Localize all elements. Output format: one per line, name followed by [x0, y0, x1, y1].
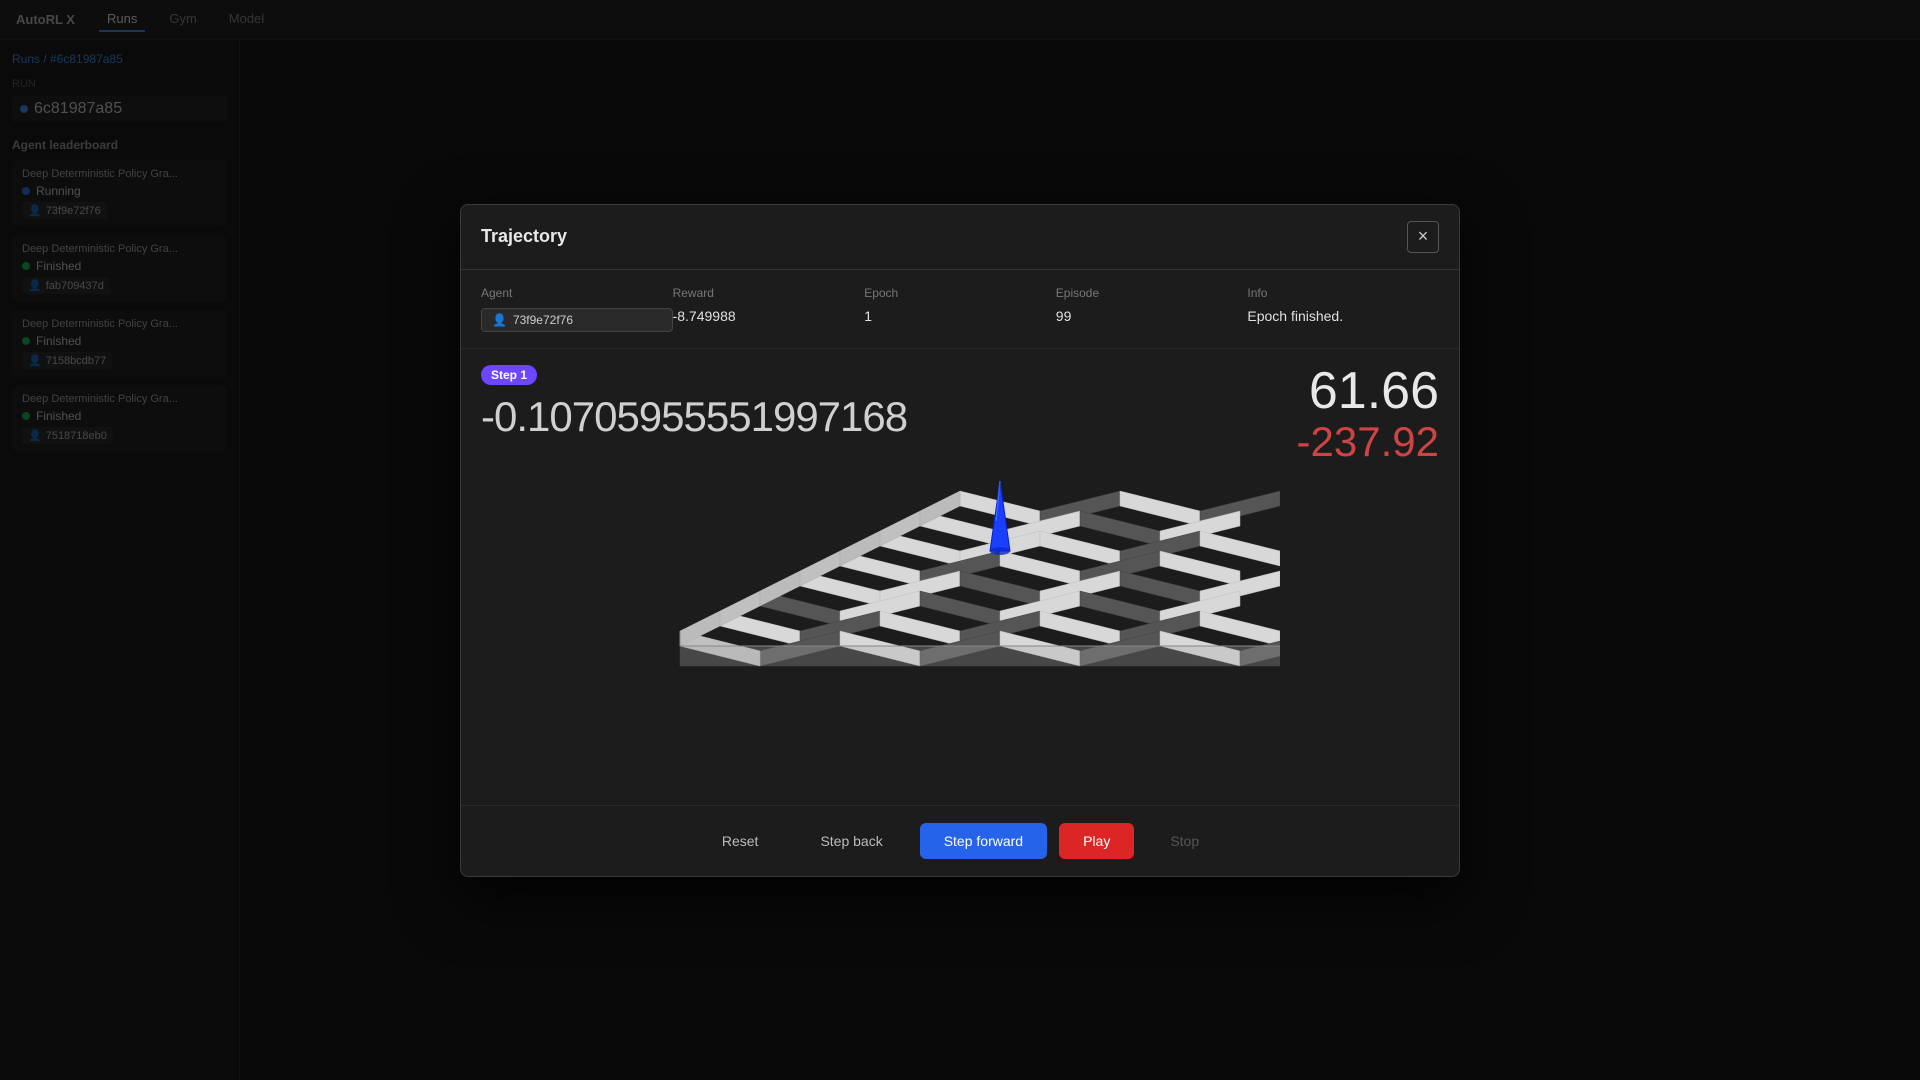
reward-label: Reward	[673, 286, 865, 300]
info-label: Info	[1247, 286, 1439, 300]
modal-info-row: Agent 👤 73f9e72f76 Reward -8.749988 Epoc…	[461, 270, 1459, 349]
info-cell-agent: Agent 👤 73f9e72f76	[481, 286, 673, 332]
modal-overlay: Trajectory × Agent 👤 73f9e72f76 Reward -…	[0, 0, 1920, 1080]
epoch-label: Epoch	[864, 286, 1056, 300]
step-badge: Step 1	[481, 365, 537, 385]
reward-value: -8.749988	[673, 308, 865, 324]
agent-icon: 👤	[492, 313, 507, 327]
stop-button[interactable]: Stop	[1146, 823, 1223, 859]
modal-header: Trajectory ×	[461, 205, 1459, 270]
iso-grid	[640, 471, 1280, 781]
trajectory-modal: Trajectory × Agent 👤 73f9e72f76 Reward -…	[460, 204, 1460, 877]
info-cell-reward: Reward -8.749988	[673, 286, 865, 332]
agent-id-value: 73f9e72f76	[513, 313, 573, 327]
reset-button[interactable]: Reset	[697, 822, 784, 860]
modal-title: Trajectory	[481, 226, 567, 247]
modal-footer: Reset Step back Step forward Play Stop	[461, 805, 1459, 876]
numbers-right: 61.66 -237.92	[1297, 365, 1439, 463]
step-back-button[interactable]: Step back	[795, 822, 907, 860]
grid-svg	[640, 471, 1280, 781]
epoch-value: 1	[864, 308, 1056, 324]
step-forward-button[interactable]: Step forward	[920, 823, 1047, 859]
modal-close-button[interactable]: ×	[1407, 221, 1439, 253]
grid-container	[481, 471, 1439, 781]
info-cell-episode: Episode 99	[1056, 286, 1248, 332]
episode-value: 99	[1056, 308, 1248, 324]
info-value: Epoch finished.	[1247, 308, 1439, 324]
modal-body: Step 1 -0.10705955551997168 61.66 -237.9…	[461, 349, 1459, 805]
stat-top: 61.66	[1297, 365, 1439, 417]
agent-badge: 👤 73f9e72f76	[481, 308, 673, 332]
main-number: -0.10705955551997168	[481, 393, 907, 441]
numbers-row: Step 1 -0.10705955551997168 61.66 -237.9…	[481, 365, 1439, 463]
episode-label: Episode	[1056, 286, 1248, 300]
info-cell-epoch: Epoch 1	[864, 286, 1056, 332]
play-button[interactable]: Play	[1059, 823, 1134, 859]
agent-label: Agent	[481, 286, 673, 300]
info-cell-info: Info Epoch finished.	[1247, 286, 1439, 332]
numbers-left: Step 1 -0.10705955551997168	[481, 365, 907, 445]
stat-bottom: -237.92	[1297, 421, 1439, 463]
grid-canvas	[640, 471, 1280, 781]
